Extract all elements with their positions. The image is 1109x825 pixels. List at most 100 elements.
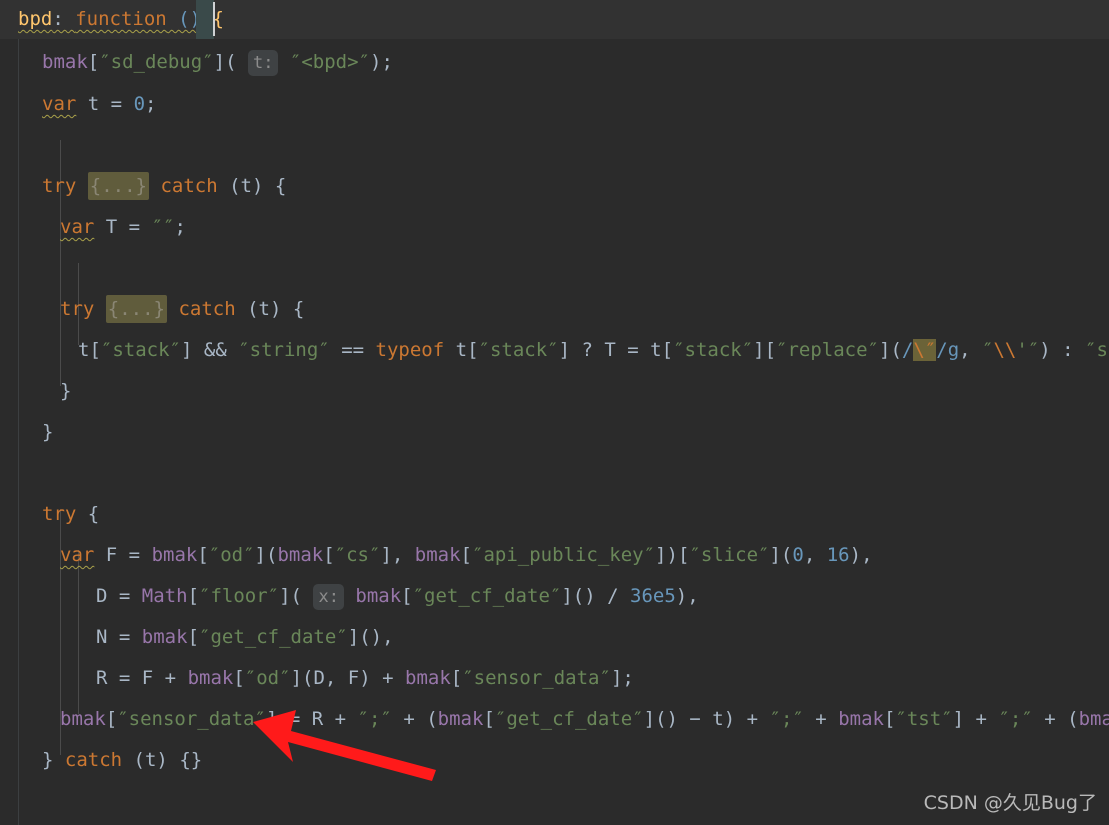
line-var-T[interactable]: var T = ″″; — [0, 207, 186, 248]
code-token: T — [94, 216, 129, 238]
identifier-token: bmak — [1078, 708, 1109, 730]
code-content[interactable]: bmak[″sd_debug″]( t: ″<bpd>″); var t = 0;… — [0, 39, 1109, 825]
code-token: = — [118, 667, 131, 689]
code-token: F — [130, 667, 165, 689]
string-literal: ″get_cf_date″ — [494, 708, 644, 730]
line-D-math-floor[interactable]: D = Math[″floor″]( x: bmak[″get_cf_date″… — [0, 576, 699, 617]
keyword-token: try — [42, 175, 77, 197]
string-literal: '″ — [1016, 339, 1040, 361]
line-catch-empty[interactable]: } catch (t) {} — [0, 740, 202, 781]
identifier-token: Math — [141, 585, 188, 607]
code-token: [ — [105, 708, 118, 730]
text-caret — [213, 2, 215, 36]
code-token: [ — [323, 544, 335, 566]
code-token: + — [1044, 708, 1056, 730]
code-token: ] — [380, 544, 392, 566]
code-token: , — [861, 544, 873, 566]
code-token: } — [42, 421, 54, 443]
folded-code-placeholder[interactable]: {...} — [105, 295, 167, 323]
string-literal: ″″ — [151, 216, 175, 238]
code-token: ( — [890, 339, 902, 361]
string-literal: ″stack″ — [478, 339, 559, 361]
code-token: ] — [879, 339, 891, 361]
string-literal: ″sd_debug″ — [99, 51, 214, 73]
string-literal: ″api_public_key″ — [472, 544, 656, 566]
line-R-concat[interactable]: R = F + bmak[″od″](D, F) + bmak[″sensor_… — [0, 658, 634, 699]
code-token: ] — [254, 544, 266, 566]
code-token: = — [118, 626, 131, 648]
code-token: + — [746, 708, 759, 730]
code-token: (D, F) — [302, 667, 383, 689]
code-token: = — [128, 216, 141, 238]
line-try-catch-outer[interactable]: try {...} catch (t) { — [0, 166, 286, 207]
code-token: = — [288, 708, 301, 730]
code-token: = — [118, 585, 131, 607]
line-try-catch-inner[interactable]: try {...} catch (t) { — [0, 289, 304, 330]
sticky-header-keyword: function — [75, 8, 167, 30]
code-token: [ — [677, 544, 690, 566]
string-literal: ″<bpd>″ — [289, 51, 370, 73]
code-token: ] — [643, 708, 656, 730]
identifier-token: bmak — [414, 544, 461, 566]
code-token: { — [292, 298, 305, 320]
code-token: ) — [849, 544, 862, 566]
number-literal: 16 — [826, 544, 850, 566]
line-N-get-cf-date[interactable]: N = bmak[″get_cf_date″](), — [0, 617, 394, 658]
code-token: = — [128, 544, 141, 566]
string-literal: ″od″ — [244, 667, 291, 689]
code-token: (), — [359, 626, 394, 648]
number-literal: /g — [936, 339, 960, 361]
code-token: ; — [145, 93, 157, 115]
code-token: { — [274, 175, 287, 197]
code-token: ] — [213, 51, 226, 73]
code-token: ] — [279, 585, 291, 607]
keyword-token: catch — [160, 175, 218, 197]
code-token: ] — [265, 708, 278, 730]
inlay-parameter-hint[interactable]: x: — [313, 584, 344, 610]
number-literal: 0 — [792, 544, 804, 566]
string-literal: ″string″ — [238, 339, 330, 361]
code-token: [ — [764, 339, 777, 361]
inlay-parameter-hint[interactable]: t: — [247, 50, 279, 76]
code-token: t — [78, 339, 90, 361]
identifier-token: bmak — [405, 667, 451, 689]
code-token: = — [627, 339, 639, 361]
code-token: ; — [381, 51, 393, 73]
editor-gutter[interactable] — [0, 39, 19, 825]
string-literal: ″cs″ — [334, 544, 381, 566]
identifier-token: bmak — [42, 51, 88, 73]
code-token: () — [655, 708, 690, 730]
line-sensor-data-assign[interactable]: bmak[″sensor_data″] = R + ″;″ + (bmak[″g… — [0, 699, 1109, 740]
line-bmak-sd-debug[interactable]: bmak[″sd_debug″]( t: ″<bpd>″); — [0, 42, 393, 83]
line-var-F[interactable]: var F = bmak[″od″](bmak[″cs″], bmak[″api… — [0, 535, 873, 576]
string-literal: ″tst″ — [895, 708, 953, 730]
code-token: ), — [675, 585, 699, 607]
string-literal: ″sensor_data″ — [462, 667, 611, 689]
number-literal: / — [901, 339, 914, 361]
identifier-token: bmak — [187, 667, 234, 689]
line-var-t[interactable]: var t = 0; — [0, 84, 156, 125]
identifier-token: bmak — [141, 626, 188, 648]
folded-code-placeholder[interactable]: {...} — [87, 172, 149, 200]
sticky-function-header[interactable]: bpd: function () { — [0, 0, 1109, 39]
identifier-token: bmak — [437, 708, 484, 730]
line-stack-ternary[interactable]: t[″stack″] && ″string″ == typeof t[″stac… — [0, 330, 1109, 371]
code-token: [ — [883, 708, 896, 730]
code-token: ( — [780, 544, 793, 566]
identifier-token: bmak — [355, 585, 402, 607]
